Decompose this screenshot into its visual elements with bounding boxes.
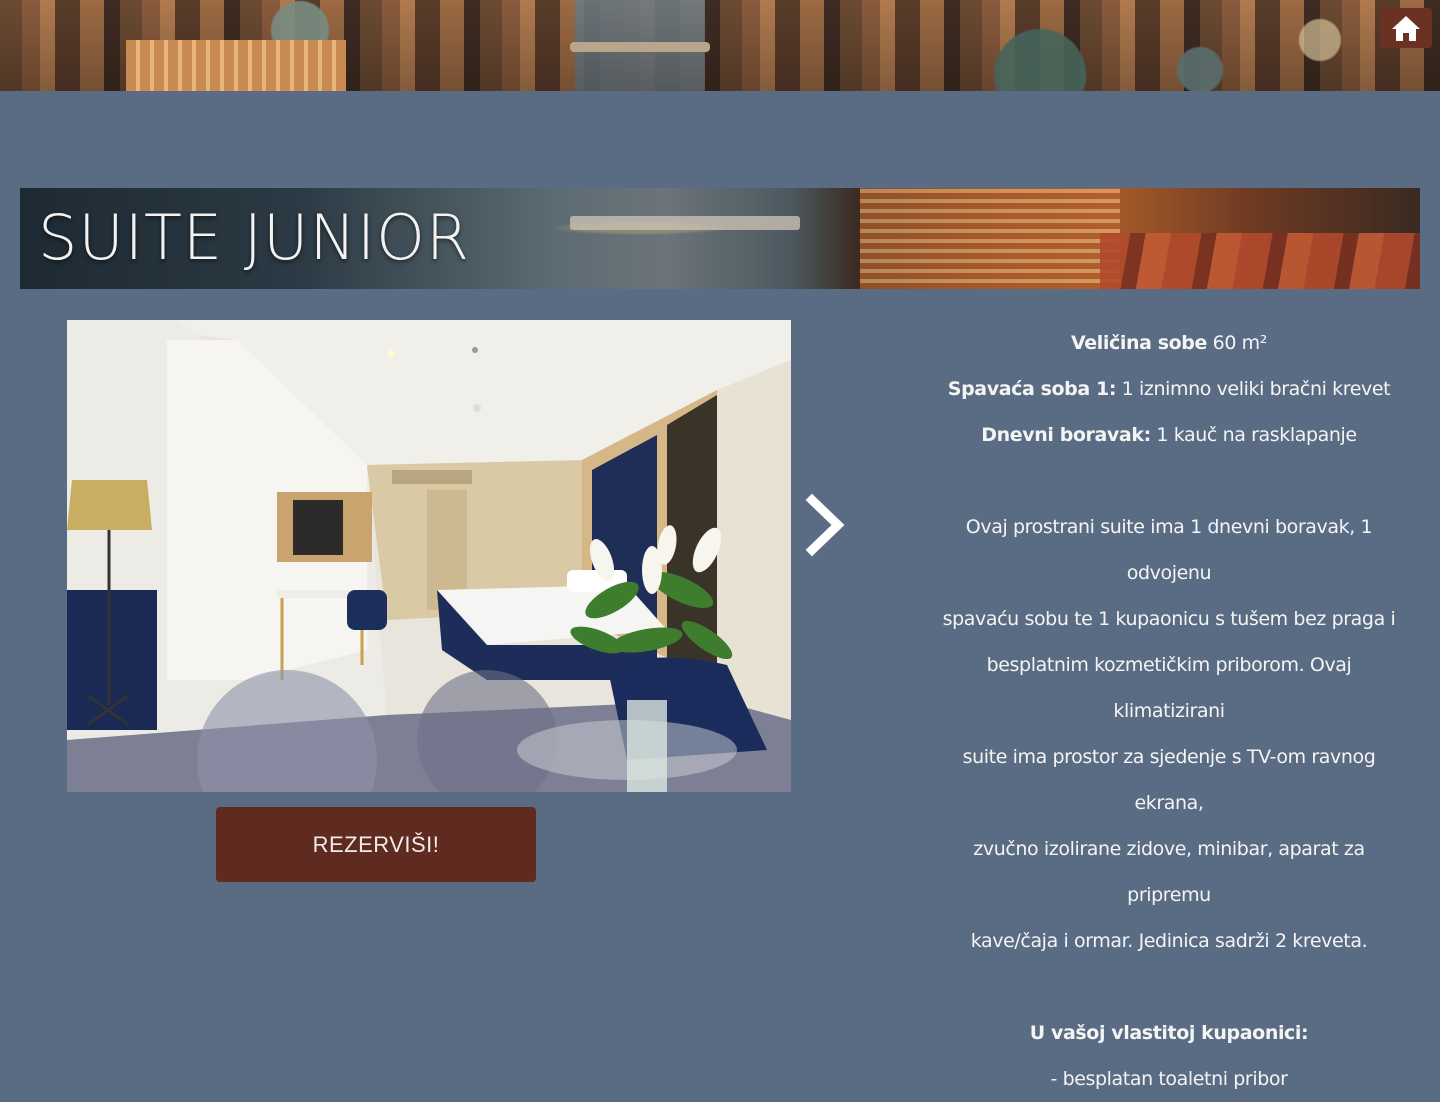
bathroom-heading: U vašoj vlastitoj kupaonici: [930, 1010, 1408, 1056]
room-info: Veličina sobe 60 m² Spavaća soba 1: 1 iz… [930, 320, 1408, 1102]
home-button[interactable] [1380, 8, 1432, 48]
description-line: spavaću sobu te 1 kupaonicu s tušem bez … [942, 608, 1396, 630]
title-banner: SUITE JUNIOR [20, 188, 1420, 289]
chevron-right-icon [805, 493, 845, 557]
page-title: SUITE JUNIOR [38, 201, 470, 274]
banner-building [126, 40, 346, 91]
living-room-info: Dnevni boravak: 1 kauč na rasklapanje [930, 412, 1408, 458]
description-line: zvučno izolirane zidove, minibar, aparat… [973, 838, 1365, 906]
bathroom-item: - besplatan toaletni pribor [1050, 1068, 1288, 1090]
description-line: Ovaj prostrani suite ima 1 dnevni borava… [965, 516, 1373, 584]
title-banner-building [860, 188, 1120, 289]
home-icon [1392, 16, 1420, 41]
living-room-value: 1 kauč na rasklapanje [1156, 424, 1357, 446]
reserve-button[interactable]: REZERVIŠI! [216, 807, 536, 882]
bedroom-value: 1 iznimno veliki bračni krevet [1121, 378, 1391, 400]
bathroom-heading-text: U vašoj vlastitoj kupaonici: [1029, 1022, 1309, 1044]
bedroom-label: Spavaća soba 1: [947, 378, 1117, 400]
next-photo-button[interactable] [800, 492, 850, 558]
title-banner-bridge [570, 216, 800, 230]
description-line: suite ima prostor za sjedenje s TV-om ra… [962, 746, 1376, 814]
header-banner-image [0, 0, 1440, 91]
banner-bridge [570, 42, 710, 52]
description-line: kave/čaja i ormar. Jedinica sadrži 2 kre… [970, 930, 1368, 952]
room-size: Veličina sobe 60 m² [930, 320, 1408, 366]
title-banner-roofs [1100, 233, 1420, 289]
description-line: besplatnim kozmetičkim priborom. Ovaj kl… [986, 654, 1352, 722]
living-room-label: Dnevni boravak: [981, 424, 1151, 446]
room-size-value: 60 m² [1212, 332, 1268, 354]
room-photo [67, 320, 791, 792]
room-size-label: Veličina sobe [1071, 332, 1207, 354]
bedroom-info: Spavaća soba 1: 1 iznimno veliki bračni … [930, 366, 1408, 412]
